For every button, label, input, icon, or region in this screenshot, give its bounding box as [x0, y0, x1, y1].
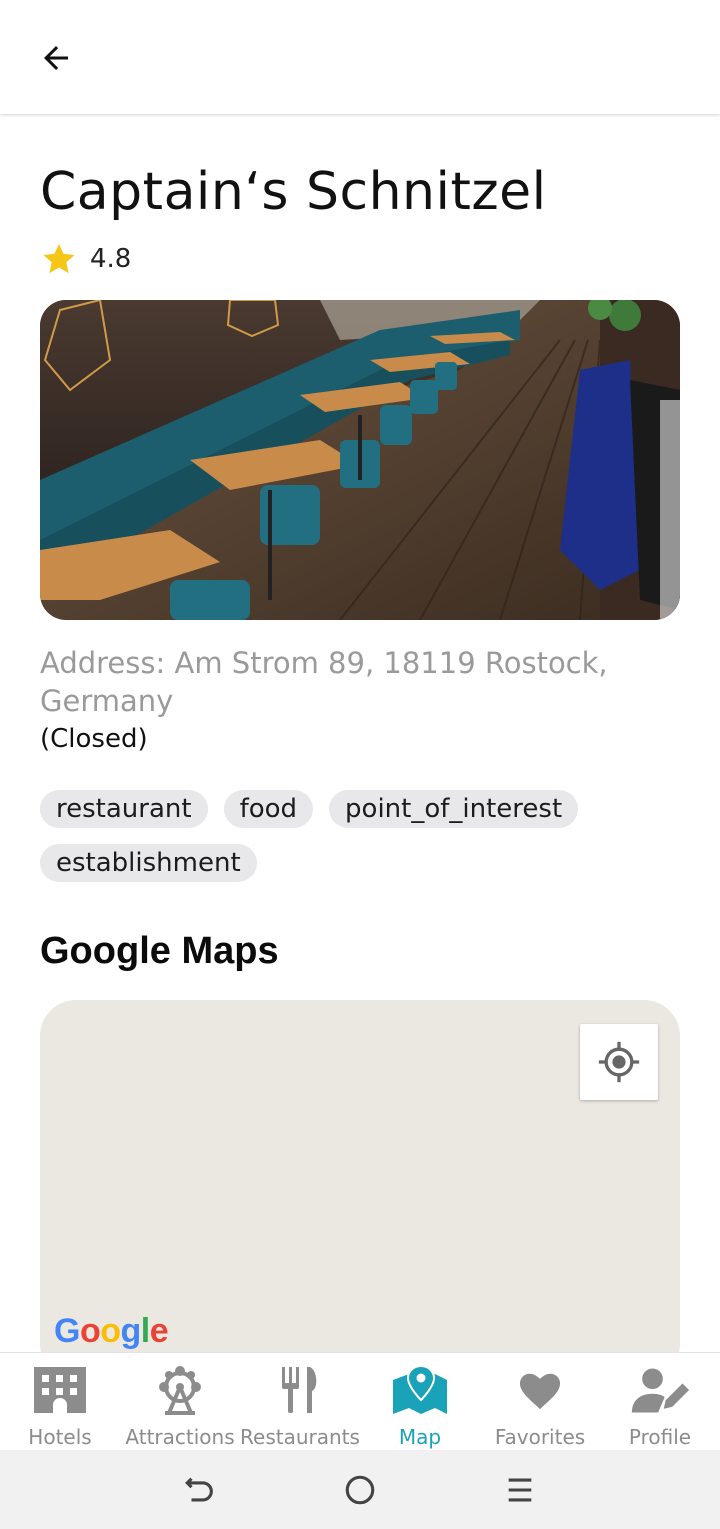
nav-item-map[interactable]: Map	[360, 1353, 480, 1450]
nav-label: Hotels	[28, 1425, 92, 1449]
menu-lines-icon	[508, 1478, 532, 1501]
fork-knife-icon	[282, 1367, 317, 1413]
google-map[interactable]: Google	[40, 1000, 680, 1352]
nav-label: Favorites	[494, 1425, 586, 1449]
tag-chip: restaurant	[40, 790, 208, 828]
nav-label: Restaurants	[240, 1425, 360, 1449]
place-details[interactable]: Captain‘s Schnitzel 4.8 Address: Am Stro…	[0, 114, 720, 1352]
map-pin-icon	[393, 1364, 447, 1414]
bottom-navigation: Hotels Attractions Restaurants Map Favor…	[0, 1352, 720, 1450]
nav-item-restaurants[interactable]: Restaurants	[240, 1353, 360, 1450]
section-title-maps: Google Maps	[40, 930, 279, 972]
nav-item-attractions[interactable]: Attractions	[120, 1353, 240, 1450]
back-arrow-icon	[185, 1477, 213, 1501]
ferris-wheel-icon	[159, 1366, 201, 1415]
tag-chip: food	[223, 790, 314, 828]
rating-value: 4.8	[90, 244, 132, 274]
arrow-left-icon	[44, 46, 68, 70]
nav-item-profile[interactable]: Profile	[600, 1353, 720, 1450]
restaurant-interior-image	[40, 300, 680, 620]
open-status: (Closed)	[40, 724, 148, 754]
home-circle-icon	[345, 1475, 375, 1504]
nav-item-hotels[interactable]: Hotels	[0, 1353, 120, 1450]
nav-label: Profile	[628, 1425, 692, 1449]
back-button[interactable]	[24, 30, 88, 86]
tag-chip: point_of_interest	[329, 790, 579, 828]
my-location-button[interactable]	[580, 1024, 658, 1100]
system-navigation-bar	[0, 1450, 720, 1529]
place-title: Captain‘s Schnitzel	[40, 162, 547, 222]
tag-chip: establishment	[40, 844, 257, 882]
crosshair-location-icon	[598, 1041, 640, 1083]
place-address: Address: Am Strom 89, 18119 Rostock, Ger…	[40, 646, 608, 718]
system-back-button[interactable]	[170, 1460, 230, 1520]
star-icon	[43, 243, 75, 274]
user-edit-icon	[631, 1368, 690, 1413]
nav-label: Attractions	[125, 1425, 235, 1449]
hotel-icon	[34, 1367, 86, 1413]
nav-item-favorites[interactable]: Favorites	[480, 1353, 600, 1450]
app-bar	[0, 0, 720, 114]
google-logo: Google	[54, 1312, 169, 1350]
system-home-button[interactable]	[330, 1460, 390, 1520]
nav-label: Map	[398, 1425, 442, 1449]
rating: 4.8	[40, 240, 131, 278]
heart-icon	[519, 1373, 561, 1410]
system-recents-button[interactable]	[490, 1460, 550, 1520]
tag-list: restaurant food point_of_interest establ…	[40, 790, 680, 882]
place-photo	[40, 300, 680, 620]
